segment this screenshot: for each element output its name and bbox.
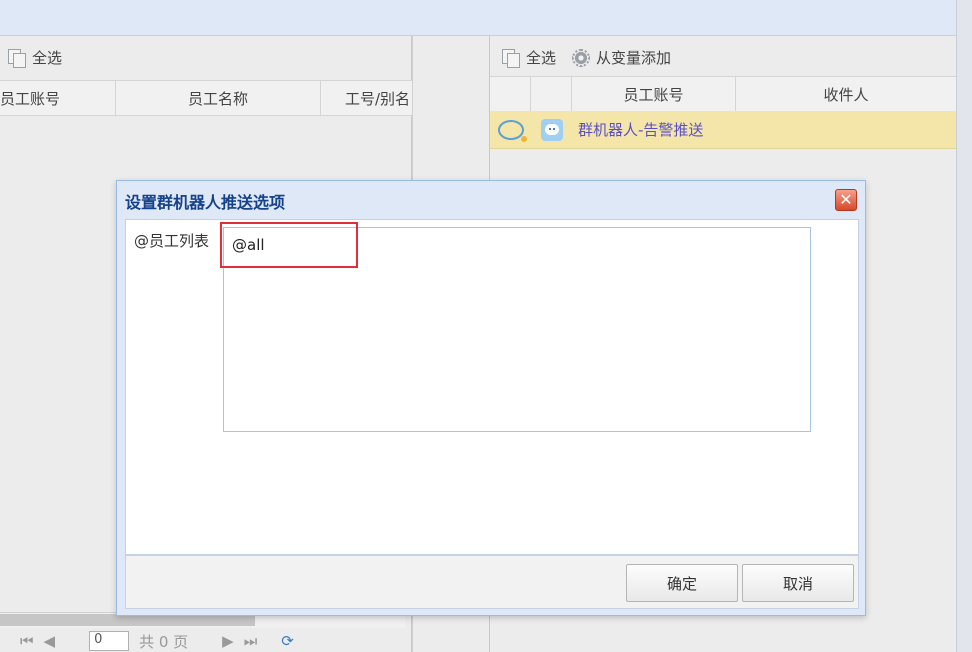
row-chat-cell (490, 119, 531, 142)
right-select-all-button[interactable]: 全选 (502, 47, 556, 68)
left-pager: ⏮ ◀ 0 共 0 页 ▶ ⏭ ⟳ (0, 630, 412, 652)
top-strip (0, 0, 972, 36)
left-toolbar: 全选 (8, 47, 62, 68)
annotation-highlight-box (220, 222, 358, 268)
close-icon[interactable]: ✕ (835, 189, 857, 211)
table-row[interactable]: 群机器人-告警推送 (490, 111, 956, 149)
next-page-icon[interactable]: ▶ (222, 632, 234, 650)
total-pages-label: 共 0 页 (139, 632, 189, 651)
column-header-icon-2 (531, 77, 572, 111)
column-header-icon-1 (490, 77, 531, 111)
last-page-icon[interactable]: ⏭ (244, 632, 258, 650)
left-select-all-label: 全选 (32, 49, 63, 67)
dialog-footer: 确定 取消 (125, 555, 859, 609)
copy-icon (502, 48, 520, 68)
column-header-recipient[interactable]: 收件人 (736, 77, 956, 111)
gear-icon (572, 48, 591, 67)
first-page-icon[interactable]: ⏮ (20, 632, 34, 650)
left-select-all-button[interactable]: 全选 (8, 47, 62, 68)
right-edge-panel (956, 0, 972, 652)
left-grid-header: 员工账号 员工名称 工号/别名 (0, 80, 412, 116)
add-from-variable-label: 从变量添加 (596, 49, 672, 67)
cancel-button[interactable]: 取消 (742, 564, 854, 602)
dialog-body: @员工列表 @all (125, 219, 859, 555)
column-header-account[interactable]: 员工账号 (0, 81, 116, 115)
add-from-variable-button[interactable]: 从变量添加 (572, 47, 671, 68)
page-number-input[interactable]: 0 (89, 631, 130, 651)
right-toolbar: 全选 从变量添加 (502, 47, 671, 68)
robot-icon (540, 118, 563, 141)
row-account-link[interactable]: 群机器人-告警推送 (572, 119, 703, 140)
ok-button[interactable]: 确定 (626, 564, 738, 602)
column-header-account[interactable]: 员工账号 (572, 77, 736, 111)
push-options-dialog: 设置群机器人推送选项 ✕ @员工列表 @all 确定 取消 (116, 180, 866, 616)
employee-list-label: @员工列表 (134, 232, 210, 250)
column-header-name[interactable]: 员工名称 (116, 81, 321, 115)
right-select-all-label: 全选 (526, 49, 557, 67)
refresh-icon[interactable]: ⟳ (281, 632, 294, 650)
right-grid-header: 员工账号 收件人 (490, 76, 956, 112)
prev-page-icon[interactable]: ◀ (44, 632, 56, 650)
wechat-chat-icon (497, 119, 527, 142)
row-robot-cell (531, 118, 572, 141)
column-header-id-alias[interactable]: 工号/别名 (321, 81, 412, 115)
copy-icon (8, 48, 26, 68)
dialog-title: 设置群机器人推送选项 (125, 193, 286, 212)
